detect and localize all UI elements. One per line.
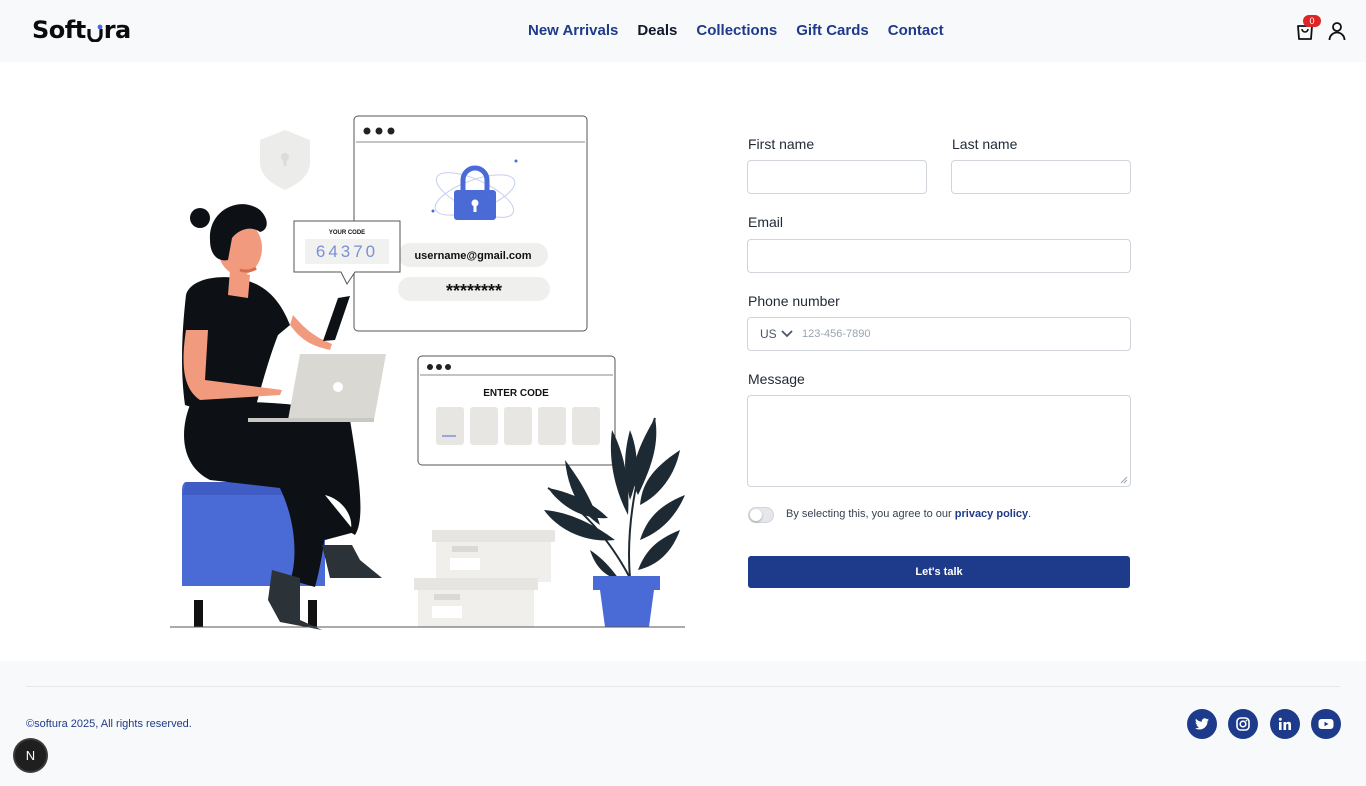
illus-password-text: ********	[446, 281, 502, 301]
privacy-toggle[interactable]	[748, 507, 774, 523]
dev-tools-badge[interactable]: N	[15, 740, 46, 771]
chevron-down-icon	[781, 327, 793, 341]
illus-code-label: YOUR CODE	[329, 230, 365, 236]
nav-gift-cards[interactable]: Gift Cards	[796, 22, 869, 39]
last-name-label: Last name	[952, 136, 1018, 152]
resize-handle-icon[interactable]	[1120, 476, 1128, 484]
country-code: US	[760, 327, 777, 341]
logo-text-left: Soft	[32, 16, 86, 44]
nav-deals[interactable]: Deals	[637, 22, 677, 39]
instagram-icon[interactable]	[1228, 709, 1258, 739]
copyright-text: ©softura 2025, All rights reserved.	[26, 718, 192, 730]
logo-text-right: ra	[103, 16, 132, 44]
country-select[interactable]: US	[760, 327, 793, 341]
logo[interactable]: Soft ra	[32, 16, 131, 44]
nav-new-arrivals[interactable]: New Arrivals	[528, 22, 618, 39]
nav-collections[interactable]: Collections	[696, 22, 777, 39]
toggle-knob	[750, 509, 762, 521]
first-name-input[interactable]	[747, 160, 927, 194]
last-name-input[interactable]	[951, 160, 1131, 194]
agree-prefix: By selecting this, you agree to our	[786, 508, 955, 520]
login-illustration: username@gmail.com ******** YOUR CODE 64…	[160, 100, 700, 635]
nav-contact[interactable]: Contact	[888, 22, 944, 39]
privacy-agree-text: By selecting this, you agree to our priv…	[786, 508, 1031, 520]
message-textarea[interactable]	[747, 395, 1131, 487]
twitter-icon[interactable]	[1187, 709, 1217, 739]
message-label: Message	[748, 371, 805, 387]
privacy-policy-link[interactable]: privacy policy	[955, 508, 1028, 520]
email-input[interactable]	[747, 239, 1131, 273]
phone-placeholder: 123-456-7890	[802, 328, 871, 340]
agree-suffix: .	[1028, 508, 1032, 520]
phone-input[interactable]: US 123-456-7890	[747, 317, 1131, 351]
footer-divider	[26, 686, 1340, 687]
cart-count-badge: 0	[1303, 15, 1321, 27]
email-label: Email	[748, 214, 784, 230]
site-header: Soft ra New Arrivals Deals Collections G…	[0, 0, 1366, 62]
linkedin-icon[interactable]	[1270, 709, 1300, 739]
first-name-label: First name	[748, 136, 815, 152]
main-nav: New Arrivals Deals Collections Gift Card…	[528, 22, 963, 39]
submit-button[interactable]: Let's talk	[748, 556, 1130, 588]
logo-mark-icon	[87, 20, 103, 43]
phone-label: Phone number	[748, 293, 840, 309]
user-icon[interactable]	[1328, 21, 1346, 41]
illus-enter-code: ENTER CODE	[483, 388, 549, 399]
illus-email-text: username@gmail.com	[414, 250, 531, 262]
site-footer: ©softura 2025, All rights reserved.	[0, 661, 1366, 786]
youtube-icon[interactable]	[1311, 709, 1341, 739]
illus-code-value: 64370	[316, 242, 378, 261]
